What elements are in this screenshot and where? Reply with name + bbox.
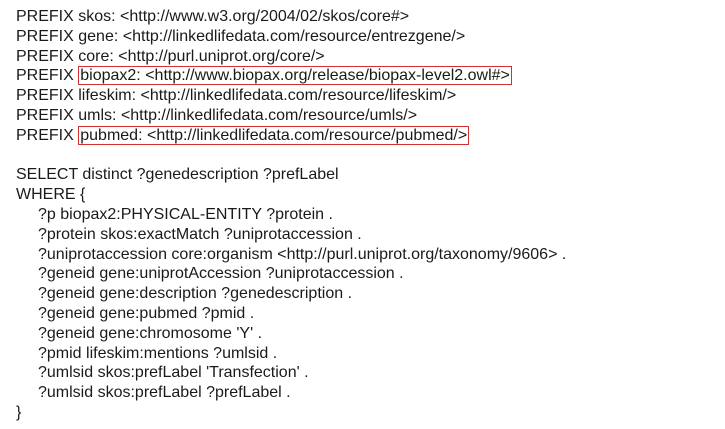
prefix-keyword: PREFIX [16,126,74,144]
prefix-line-skos: PREFIX skos: <http://www.w3.org/2004/02/… [16,7,566,27]
prefix-uri: <http://linkedlifedata.com/resource/life… [140,87,457,105]
triple-pattern: ?geneid gene:description ?genedescriptio… [38,285,353,303]
prefix-declaration-core: core: <http://purl.uniprot.org/core/> [78,48,324,65]
prefix-line-biopax2: PREFIX biopax2: <http://www.biopax.org/r… [16,66,566,86]
prefix-line-gene: PREFIX gene: <http://linkedlifedata.com/… [16,27,566,47]
triple-pattern: ?geneid gene:chromosome 'Y' . [38,324,263,342]
prefix-uri: <http://www.biopax.org/release/biopax-le… [145,67,510,85]
prefix-name: gene: [78,27,119,45]
prefix-name: biopax2: [80,67,141,85]
prefix-line-core: PREFIX core: <http://purl.uniprot.org/co… [16,47,566,67]
highlight-box-pubmed: pubmed: <http://linkedlifedata.com/resou… [78,125,470,145]
prefix-uri: <http://linkedlifedata.com/resource/pubm… [146,126,468,144]
prefix-line-lifeskim: PREFIX lifeskim: <http://linkedlifedata.… [16,86,566,106]
prefix-line-umls: PREFIX umls: <http://linkedlifedata.com/… [16,106,566,126]
triple-pattern: ?protein skos:exactMatch ?uniprotaccessi… [38,225,362,243]
prefix-uri: <http://purl.uniprot.org/core/> [118,47,325,65]
query-page: { "prefixes": [ {"keyword": "PREFIX", "n… [0,0,725,429]
prefix-declaration-skos: skos: <http://www.w3.org/2004/02/skos/co… [78,8,409,25]
triple-pattern: ?geneid gene:pubmed ?pmid . [38,304,255,322]
highlight-box-biopax2: biopax2: <http://www.biopax.org/release/… [78,66,512,86]
triple-pattern: ?uniprotaccession core:organism <http://… [38,245,567,263]
prefix-declaration-gene: gene: <http://linkedlifedata.com/resourc… [78,28,465,45]
sparql-query: PREFIX skos: <http://www.w3.org/2004/02/… [16,7,566,423]
triple-pattern: ?p biopax2:PHYSICAL-ENTITY ?protein . [38,205,333,223]
where-open: WHERE { [16,186,86,204]
triple-pattern: ?pmid lifeskim:mentions ?umlsid . [38,344,278,362]
prefix-name: skos: [78,8,116,25]
where-close: } [16,403,22,421]
prefix-uri: <http://www.w3.org/2004/02/skos/core#> [120,8,410,25]
prefix-keyword: PREFIX [16,8,74,25]
prefix-uri: <http://linkedlifedata.com/resource/umls… [120,106,418,124]
prefix-keyword: PREFIX [16,47,74,65]
prefix-declaration-umls: umls: <http://linkedlifedata.com/resourc… [78,107,417,124]
prefix-uri: <http://linkedlifedata.com/resource/entr… [122,27,466,45]
prefix-keyword: PREFIX [16,87,74,105]
prefix-keyword: PREFIX [16,67,74,85]
prefix-declaration-lifeskim: lifeskim: <http://linkedlifedata.com/res… [78,87,456,104]
prefix-name: core: [78,47,114,65]
prefix-line-pubmed: PREFIX pubmed: <http://linkedlifedata.co… [16,125,566,146]
prefix-keyword: PREFIX [16,27,74,45]
prefix-keyword: PREFIX [16,106,74,124]
triple-pattern: ?umlsid skos:prefLabel ?prefLabel . [38,384,291,402]
triple-pattern: ?umlsid skos:prefLabel 'Transfection' . [38,364,309,382]
prefix-name: lifeskim: [78,87,137,105]
prefix-name: umls: [78,106,117,124]
select-clause: SELECT distinct ?genedescription ?prefLa… [16,166,339,184]
triple-pattern: ?geneid gene:uniprotAccession ?uniprotac… [38,265,404,283]
prefix-name: pubmed: [80,126,143,144]
